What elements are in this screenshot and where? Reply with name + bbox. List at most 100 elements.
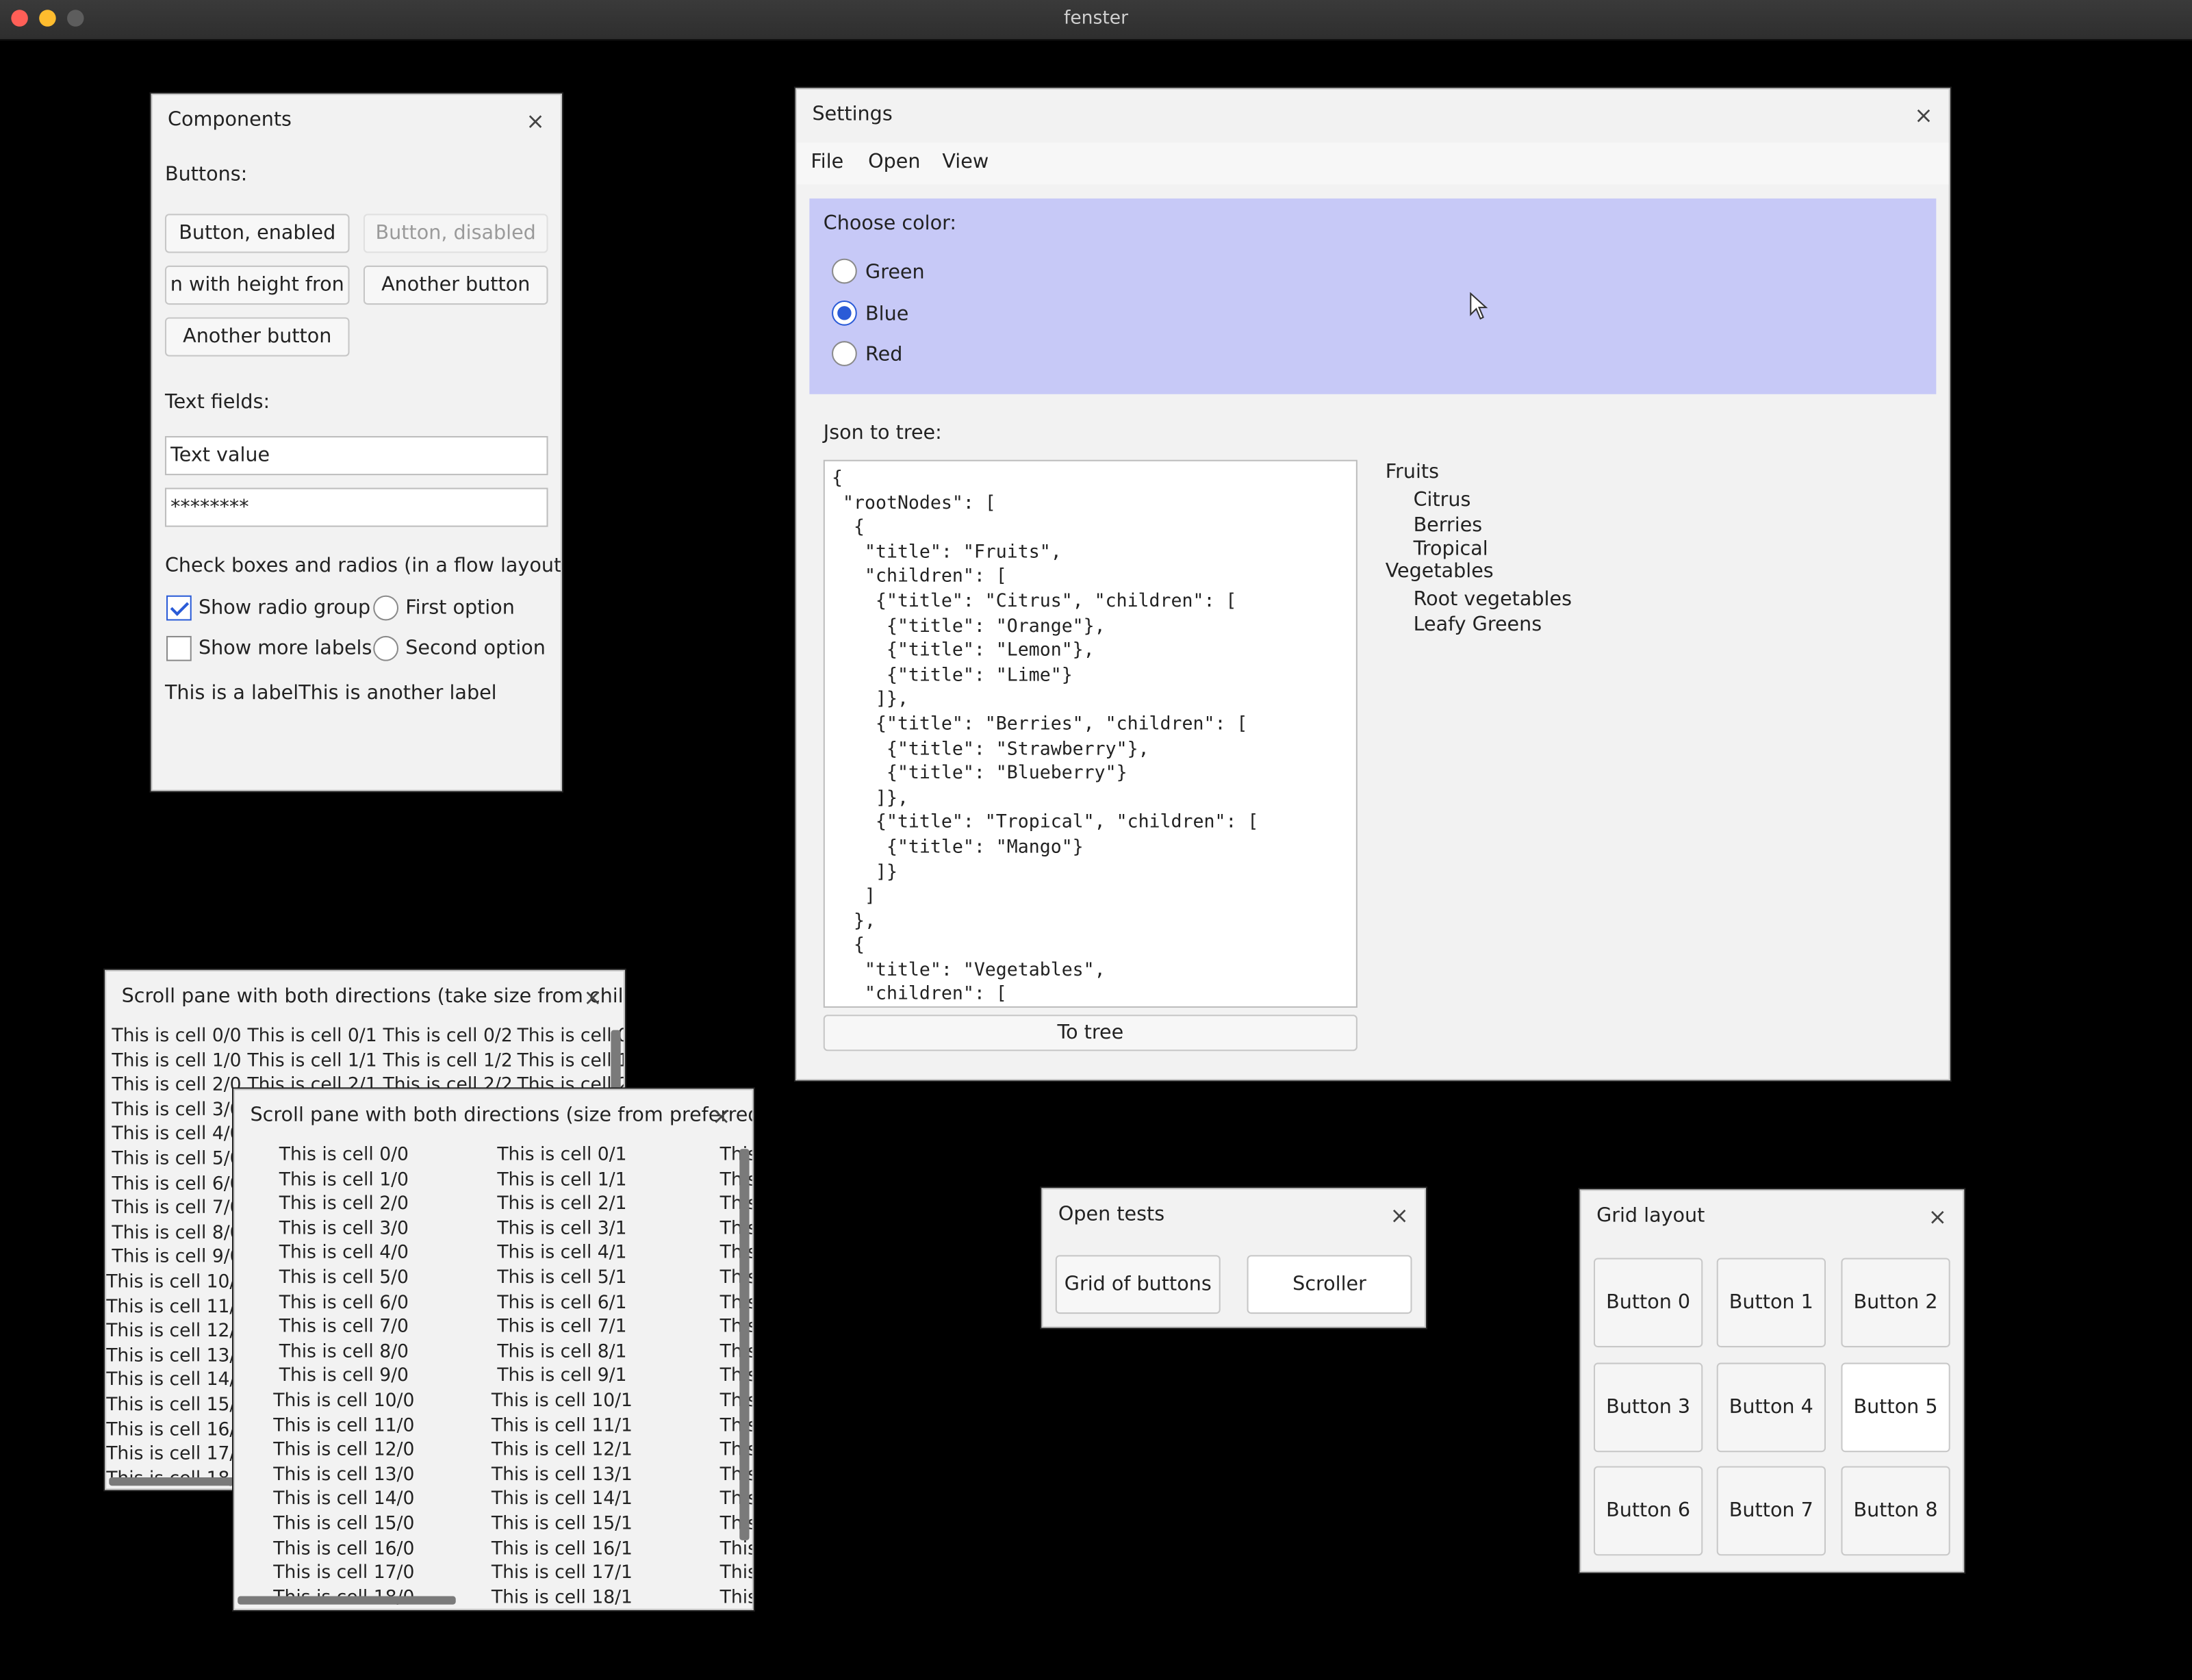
table-cell: This is cell 9/1 — [497, 1366, 627, 1388]
table-cell: This is cell 3/0 — [112, 1099, 242, 1121]
table-cell: This is cell 15/1 — [491, 1514, 633, 1535]
table-cell: This is cell 1/0 — [279, 1169, 409, 1191]
table-cell: This is cell 1/3 — [517, 1050, 624, 1072]
tree-node-vegetables[interactable]: Vegetables — [1386, 561, 1494, 583]
scroller-button[interactable]: Scroller — [1247, 1255, 1412, 1314]
grid-of-buttons-button[interactable]: Grid of buttons — [1055, 1255, 1221, 1314]
table-cell: This is cell 0/0 — [112, 1026, 242, 1047]
second-option-radio[interactable] — [373, 635, 398, 661]
text-value-field[interactable]: Text value — [164, 435, 548, 476]
menu-file[interactable]: File — [811, 151, 843, 173]
table-cell: This is cell 5/0 — [279, 1267, 409, 1289]
another-button-1[interactable]: Another button — [363, 265, 548, 305]
button-enabled[interactable]: Button, enabled — [164, 214, 350, 253]
menu-view[interactable]: View — [942, 151, 989, 173]
table-cell: This is cell 2/1 — [497, 1193, 627, 1215]
table-cell: This is cell 1/1 — [247, 1050, 377, 1072]
table-cell: This is cell 16/0 — [273, 1538, 415, 1560]
grid-button-1[interactable]: Button 1 — [1716, 1258, 1826, 1348]
table-cell: This is cell 3/0 — [279, 1218, 409, 1240]
button-disabled: Button, disabled — [363, 214, 548, 253]
grid-button-7[interactable]: Button 7 — [1716, 1466, 1826, 1556]
tree-node-tropical[interactable]: Tropical — [1414, 538, 1488, 561]
table-cell: This is cell 14/0 — [106, 1370, 248, 1392]
components-panel: Components × Buttons: Button, enabled Bu… — [151, 93, 562, 791]
grid-button-8[interactable]: Button 8 — [1841, 1466, 1950, 1556]
table-cell: This is cell 4/1 — [497, 1243, 627, 1264]
table-cell: This is cell 13/0 — [273, 1464, 415, 1486]
table-cell: This is cell 1/0 — [112, 1050, 242, 1072]
checks-label: Check boxes and radios (in a flow layout… — [164, 555, 562, 578]
grid-layout-title: Grid layout — [1596, 1204, 1705, 1227]
labels-text: This is a labelThis is another label — [164, 682, 497, 704]
scroll2-header: Scroll pane with both directions (size f… — [235, 1090, 752, 1143]
scroll2-vertical-scrollbar[interactable] — [739, 1149, 750, 1540]
grid-button-6[interactable]: Button 6 — [1593, 1466, 1703, 1556]
json-textarea[interactable]: { "rootNodes": [ { "title": "Fruits", "c… — [823, 459, 1358, 1008]
table-cell: This is cell 13/0 — [106, 1345, 248, 1367]
grid-button-5[interactable]: Button 5 — [1841, 1362, 1950, 1453]
green-radio[interactable] — [832, 258, 857, 284]
choose-color-label: Choose color: — [823, 212, 956, 235]
show-more-labels-checkbox[interactable] — [166, 635, 192, 661]
grid-button-4[interactable]: Button 4 — [1716, 1362, 1826, 1453]
grid-button-2[interactable]: Button 2 — [1841, 1258, 1950, 1348]
menu-open[interactable]: Open — [868, 151, 920, 173]
table-cell: This is cell 9/0 — [279, 1366, 409, 1388]
table-cell: This is cell 8/0 — [279, 1341, 409, 1363]
close-icon[interactable]: × — [710, 1103, 732, 1130]
table-cell: This is cell 17/0 — [273, 1562, 415, 1584]
table-cell: This is cell 6/0 — [112, 1173, 242, 1195]
scroll2-title: Scroll pane with both directions (size f… — [250, 1104, 754, 1127]
scroll2-horizontal-scrollbar[interactable] — [238, 1596, 456, 1605]
table-cell: This is cell 15/0 — [106, 1395, 248, 1416]
tree-node-citrus[interactable]: Citrus — [1414, 489, 1471, 512]
grid-layout-panel: Grid layout × Button 0 Button 1 Button 2… — [1579, 1189, 1965, 1573]
tree-node-root-vegetables[interactable]: Root vegetables — [1414, 589, 1572, 611]
green-label: Green — [865, 261, 925, 284]
blue-radio[interactable] — [832, 300, 857, 326]
password-field[interactable]: ******** — [164, 487, 548, 527]
table-cell: This is cell 6/1 — [497, 1292, 627, 1314]
tree-node-leafy-greens[interactable]: Leafy Greens — [1414, 613, 1542, 636]
scroll1-title: Scroll pane with both directions (take s… — [121, 985, 625, 1008]
table-cell: This is cell 5/0 — [112, 1149, 242, 1170]
scroll1-horizontal-scrollbar[interactable] — [109, 1477, 235, 1486]
to-tree-button[interactable]: To tree — [823, 1015, 1358, 1052]
table-cell: This is cell 1/2 — [383, 1050, 513, 1072]
table-cell: This is cell 11/0 — [273, 1415, 415, 1436]
close-icon[interactable]: × — [1388, 1202, 1411, 1229]
menubar: File Open View — [796, 142, 1949, 185]
close-icon[interactable]: × — [524, 107, 547, 134]
table-cell: This is cell 4/0 — [279, 1243, 409, 1264]
table-cell: This is cell 16/2 — [719, 1538, 754, 1560]
close-icon[interactable]: × — [582, 984, 604, 1010]
table-cell: This is cell 0/0 — [279, 1145, 409, 1166]
grid-button-0[interactable]: Button 0 — [1593, 1258, 1703, 1348]
red-label: Red — [865, 344, 903, 366]
another-button-2[interactable]: Another button — [164, 317, 350, 357]
red-radio[interactable] — [832, 341, 857, 366]
scroll1-vertical-scrollbar[interactable] — [611, 1030, 621, 1093]
table-cell: This is cell 14/0 — [273, 1489, 415, 1510]
show-radio-group-checkbox[interactable] — [166, 595, 192, 621]
table-cell: This is cell 16/0 — [106, 1419, 248, 1441]
tree-node-berries[interactable]: Berries — [1414, 514, 1483, 537]
close-icon[interactable]: × — [1913, 102, 1935, 129]
scroll1-header: Scroll pane with both directions (take s… — [106, 971, 624, 1025]
desktop: fenster Components × Buttons: Button, en… — [0, 0, 2192, 1680]
buttons-label: Buttons: — [164, 163, 248, 186]
json-label: Json to tree: — [823, 422, 942, 445]
button-height-from[interactable]: n with height fron — [164, 265, 350, 305]
close-icon[interactable]: × — [1926, 1204, 1949, 1230]
table-cell: This is cell 11/1 — [491, 1415, 633, 1436]
table-cell: This is cell 5/1 — [497, 1267, 627, 1289]
table-cell: This is cell 11/0 — [106, 1296, 248, 1318]
first-option-radio[interactable] — [373, 595, 398, 621]
table-cell: This is cell 2/0 — [112, 1075, 242, 1096]
table-cell: This is cell 0/3 — [517, 1026, 624, 1047]
table-cell: This is cell 3/1 — [497, 1218, 627, 1240]
tree-node-fruits[interactable]: Fruits — [1386, 461, 1439, 484]
table-cell: This is cell 7/1 — [497, 1316, 627, 1338]
grid-button-3[interactable]: Button 3 — [1593, 1362, 1703, 1453]
